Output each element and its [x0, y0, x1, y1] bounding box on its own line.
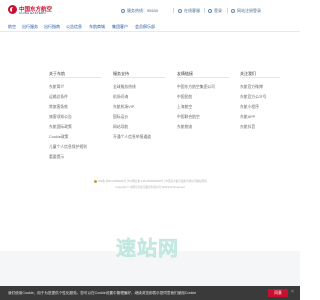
- nav-item-corporate[interactable]: 集团客户: [112, 24, 128, 30]
- footer-link[interactable]: 中国民航: [177, 95, 192, 100]
- footer-link[interactable]: 运输总条件: [49, 95, 68, 100]
- watermark: 速站网: [116, 232, 179, 261]
- chat-icon: [178, 8, 182, 13]
- footer-link[interactable]: 旅客须知公告: [49, 115, 72, 120]
- copyright-line-2: Copyright © 中国东方航空股份有限公司 All Rights Rese…: [115, 186, 185, 189]
- brand-logo[interactable]: 中国东方航空 CHINA EASTERN: [8, 5, 52, 17]
- customer-service-label: 在线客服: [184, 8, 200, 13]
- column-divider: [177, 77, 229, 78]
- column-divider: [49, 77, 101, 78]
- footer-link[interactable]: 东航抖音: [240, 125, 255, 130]
- close-icon[interactable]: ×: [291, 290, 294, 295]
- login-link[interactable]: 登录: [208, 8, 222, 13]
- service-hotline: 服务热线：95530: [121, 8, 158, 13]
- footer-link[interactable]: 儿童个人信息保护规则: [49, 145, 87, 150]
- footer-link[interactable]: 东航APP: [240, 115, 255, 120]
- column-divider: [113, 77, 165, 78]
- footer-link[interactable]: 东航国际政策: [49, 125, 72, 130]
- footer-link[interactable]: 东航简介: [49, 85, 64, 90]
- cookie-consent-bar: 我们使用Cookie，用于为您提供个性化服务。您可以在Cookie设置中管理偏好…: [0, 286, 300, 300]
- brand-name-en: CHINA EASTERN: [19, 11, 46, 15]
- user-icon: [208, 8, 212, 13]
- member-link[interactable]: 网站注册登录: [231, 8, 261, 13]
- footer-link[interactable]: 机场问询: [113, 95, 128, 100]
- footer-link[interactable]: 网站导航: [113, 125, 128, 130]
- member-label: 网站注册登录: [237, 8, 261, 13]
- nav-item-member-club[interactable]: 会员俱乐部: [135, 24, 155, 30]
- footer-link[interactable]: Cookie政策: [49, 135, 68, 140]
- copyright-line-1: ICP备 沪B2-20050002号 沪公网安备 31011502001800号…: [0, 179, 300, 183]
- site-header: 中国东方航空 CHINA EASTERN 服务热线：95530 在线客服 登录 …: [0, 0, 300, 20]
- watermark-text: 速站网: [116, 236, 179, 261]
- service-hotline-text: 服务热线：95530: [127, 8, 159, 13]
- footer-link[interactable]: 上海航空: [177, 105, 192, 110]
- footer-link[interactable]: 全球服务热线: [113, 85, 136, 90]
- footer-link[interactable]: 东航官方微博: [240, 85, 263, 90]
- cookie-message: 我们使用Cookie，用于为您提供个性化服务。您可以在Cookie设置中管理偏好…: [8, 291, 197, 295]
- main-nav: 航空 出行服务 出行指南 公告信息 东航商城 集团客户 会员俱乐部: [0, 21, 300, 32]
- footer-link[interactable]: 东航物流: [177, 125, 192, 130]
- nav-item-travel-service[interactable]: 出行服务: [22, 24, 38, 30]
- footer-link[interactable]: 开通个人信息举报通道: [113, 135, 151, 140]
- header-divider: [227, 8, 228, 13]
- nav-item-travel-guide[interactable]: 出行指南: [44, 24, 60, 30]
- footer-link[interactable]: 国际运价: [113, 115, 128, 120]
- copyright-text-1: ICP备 沪B2-20050002号 沪公网安备 31011502001800号…: [97, 180, 208, 183]
- police-badge-icon: [93, 179, 97, 183]
- footer-link[interactable]: 东航小程序: [240, 105, 259, 110]
- nav-item-mall[interactable]: 东航商城: [89, 24, 105, 30]
- footer-link[interactable]: 东航机场VIP: [113, 105, 134, 110]
- member-icon: [231, 8, 235, 13]
- customer-service-link[interactable]: 在线客服: [178, 8, 200, 13]
- header-divider: [204, 8, 205, 13]
- nav-item-announcements[interactable]: 公告信息: [66, 24, 82, 30]
- footer-link[interactable]: 常旅客条款: [49, 105, 68, 110]
- nav-item-flights[interactable]: 航空: [8, 24, 16, 30]
- footer-link[interactable]: 重要提示: [49, 155, 64, 160]
- column-divider: [240, 77, 280, 78]
- login-label: 登录: [214, 8, 222, 13]
- footer-link[interactable]: 东航官方公众号: [240, 95, 267, 100]
- accept-cookies-button[interactable]: 同意: [268, 289, 288, 297]
- swallow-logo-icon: [8, 5, 17, 14]
- phone-icon: [121, 8, 125, 13]
- footer-link[interactable]: 中国东方航空集团公司: [177, 85, 215, 90]
- header-divider: [173, 8, 174, 13]
- footer-link[interactable]: 中国联合航空: [177, 115, 200, 120]
